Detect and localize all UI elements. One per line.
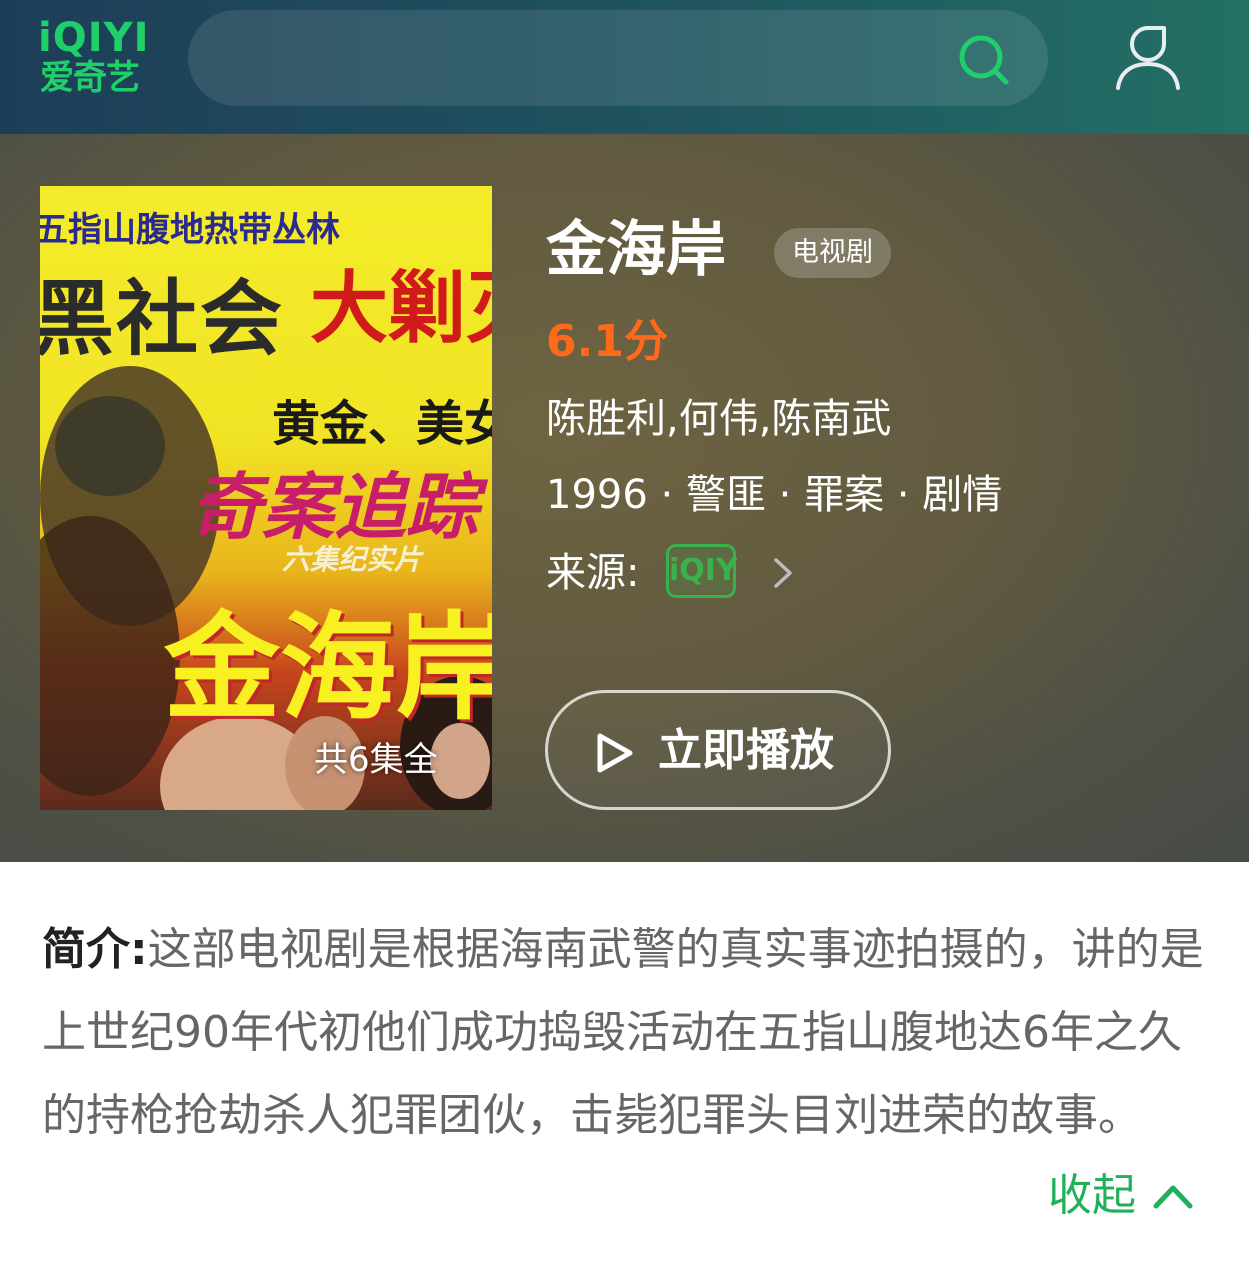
synopsis-label: 简介: <box>42 924 148 975</box>
show-score: 6.1分 <box>546 316 668 367</box>
poster-text-line4: 黄金、美女、凶 <box>272 396 492 452</box>
collapse-label: 收起 <box>1048 1170 1136 1221</box>
synopsis-text: 这部电视剧是根据海南武警的真实事迹拍摄的，讲的是上世纪90年代初他们成功捣毁活动… <box>42 924 1204 1141</box>
source-label: 来源: <box>546 550 640 596</box>
top-bar: iQIYI 爱奇艺 <box>0 0 1249 134</box>
show-title: 金海岸 <box>546 215 726 285</box>
show-cast: 陈胜利,何伟,陈南武 <box>546 396 892 442</box>
user-icon[interactable] <box>1112 22 1184 94</box>
logo-text-cn: 爱奇艺 <box>40 58 140 98</box>
poster-text-line6: 六集纪实片 <box>282 543 423 576</box>
show-hero: 五指山腹地热带丛林 黑社会 大剿灭 黄金、美女、凶 奇案追踪 六集纪实片 金海岸… <box>0 134 1249 862</box>
poster-title: 金海岸 <box>164 601 492 736</box>
collapse-button[interactable]: 收起 <box>1048 1164 1196 1228</box>
poster-text-line3: 大剿灭 <box>310 264 492 354</box>
logo-text-en: iQIYI <box>38 15 150 61</box>
type-badge: 电视剧 <box>774 228 891 278</box>
synopsis: 简介:这部电视剧是根据海南武警的真实事迹拍摄的，讲的是上世纪90年代初他们成功捣… <box>42 908 1212 1157</box>
poster-text-line2: 黑社会 <box>40 272 285 367</box>
poster-text-line1: 五指山腹地热带丛林 <box>40 210 340 250</box>
chevron-up-icon <box>1153 1185 1193 1209</box>
search-icon[interactable] <box>956 32 1010 86</box>
source-logo[interactable]: iQIY <box>666 544 738 598</box>
play-icon <box>597 733 633 773</box>
show-meta: 1996 · 警匪 · 罪案 · 剧情 <box>546 472 1003 518</box>
show-poster[interactable]: 五指山腹地热带丛林 黑社会 大剿灭 黄金、美女、凶 奇案追踪 六集纪实片 金海岸… <box>40 186 492 810</box>
play-now-label: 立即播放 <box>658 725 834 776</box>
episode-count: 共6集全 <box>314 740 438 780</box>
search-bar[interactable] <box>188 10 1048 106</box>
play-now-button[interactable]: 立即播放 <box>545 690 891 810</box>
iqiyi-logo[interactable]: iQIYI 爱奇艺 <box>38 16 150 100</box>
chevron-right-icon[interactable] <box>770 554 796 592</box>
